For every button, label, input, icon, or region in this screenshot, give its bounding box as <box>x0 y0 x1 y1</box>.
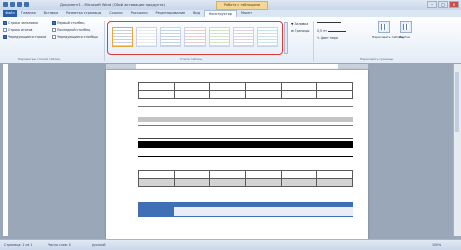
vertical-scrollbar[interactable] <box>453 64 461 236</box>
checkbox-icon[interactable] <box>3 21 7 25</box>
option-banded-rows[interactable]: Чередующиеся строки <box>3 35 46 39</box>
option-banded-columns[interactable]: Чередующиеся столбцы <box>52 35 98 39</box>
table-border-line <box>138 125 353 126</box>
title-bar: Документ1 - Microsoft Word (Сбой активац… <box>0 0 461 10</box>
group-separator <box>313 21 314 61</box>
group-label-style-options: Параметры стилей таблиц <box>18 57 61 61</box>
table-style-swatch[interactable] <box>256 27 278 47</box>
zoom-level[interactable]: 100% <box>432 243 441 247</box>
table-first-column <box>138 207 174 216</box>
pen-style-select[interactable] <box>317 22 341 23</box>
tab-page-layout[interactable]: Разметка страницы <box>62 10 105 17</box>
tab-view[interactable]: Вид <box>189 10 204 17</box>
ribbon: Строка заголовка Строка итогов Чередующи… <box>0 17 461 64</box>
gallery-scroll-icon[interactable] <box>284 22 288 54</box>
status-bar: Страница: 1 из 1 Число слов: 0 русский 1… <box>0 239 461 250</box>
table-style-swatch[interactable] <box>208 27 230 47</box>
quick-access-toolbar <box>3 2 29 7</box>
draw-table-icon[interactable] <box>378 21 390 33</box>
scroll-thumb[interactable] <box>455 72 459 132</box>
table-border-line <box>138 156 353 157</box>
group-separator <box>104 21 105 61</box>
option-header-row[interactable]: Строка заголовка <box>3 21 38 25</box>
table-style-swatch[interactable] <box>112 27 134 47</box>
status-words[interactable]: Число слов: 0 <box>48 243 71 247</box>
paint-bucket-icon: ▼ <box>291 22 294 26</box>
table-style-swatch[interactable] <box>160 27 182 47</box>
pen-icon: ✎ <box>317 36 320 40</box>
table-header-row <box>138 141 353 148</box>
checkbox-icon[interactable] <box>52 35 56 39</box>
vertical-ruler <box>3 64 9 236</box>
tab-insert[interactable]: Вставка <box>40 10 62 17</box>
redo-icon[interactable] <box>24 2 29 7</box>
eraser-icon[interactable] <box>400 21 412 33</box>
table-style-swatch[interactable] <box>184 27 206 47</box>
shading-button[interactable]: ▼ Заливка <box>291 22 308 26</box>
eraser-label: Ластик <box>399 35 411 39</box>
checkbox-icon[interactable] <box>3 28 7 32</box>
window-controls: – □ × <box>427 1 459 8</box>
ruler-margin <box>106 64 136 69</box>
option-total-row[interactable]: Строка итогов <box>3 28 32 32</box>
maximize-icon[interactable]: □ <box>438 1 448 8</box>
borders-icon: ⊞ <box>291 29 294 33</box>
pen-color-button[interactable]: ✎ Цвет пера <box>317 36 338 40</box>
ruler-margin <box>338 64 368 69</box>
tab-home[interactable]: Главная <box>17 10 40 17</box>
checkbox-icon[interactable] <box>52 21 56 25</box>
tab-mailings[interactable]: Рассылки <box>127 10 152 17</box>
save-icon[interactable] <box>10 2 15 7</box>
line-weight-icon <box>328 30 347 32</box>
window-title: Документ1 - Microsoft Word (Сбой активац… <box>60 3 165 7</box>
line-style-icon <box>317 22 341 23</box>
document-table[interactable] <box>138 170 353 187</box>
close-icon[interactable]: × <box>449 1 459 8</box>
file-tab[interactable]: Файл <box>3 10 17 17</box>
table-shaded-row <box>138 117 353 122</box>
table-styles-gallery <box>107 21 283 55</box>
status-language[interactable]: русский <box>92 243 105 247</box>
table-style-swatch[interactable] <box>136 27 158 47</box>
borders-button[interactable]: ⊞ Границы <box>291 29 309 33</box>
document-page[interactable] <box>106 70 368 240</box>
group-label-table-styles: Стили таблиц <box>180 57 202 61</box>
checkbox-icon[interactable] <box>3 35 7 39</box>
document-table[interactable] <box>138 82 353 99</box>
word-logo-icon <box>3 2 8 7</box>
undo-icon[interactable] <box>17 2 22 7</box>
checkbox-icon[interactable] <box>52 28 56 32</box>
table-border-line <box>138 106 353 107</box>
tab-design[interactable]: Конструктор <box>203 10 237 17</box>
pen-weight-select[interactable]: 0,5 пт <box>317 29 347 33</box>
tab-references[interactable]: Ссылки <box>105 10 126 17</box>
option-last-column[interactable]: Последний столбец <box>52 28 90 32</box>
tab-review[interactable]: Рецензирование <box>152 10 190 17</box>
minimize-icon[interactable]: – <box>427 1 437 8</box>
table-tools-context-tab: Работа с таблицами <box>216 1 268 10</box>
table-style-swatch[interactable] <box>232 27 254 47</box>
word-window: Документ1 - Microsoft Word (Сбой активац… <box>0 0 461 250</box>
status-page[interactable]: Страница: 1 из 1 <box>4 243 32 247</box>
tab-layout[interactable]: Макет <box>237 10 256 17</box>
option-first-column[interactable]: Первый столбец <box>52 21 85 25</box>
table-border-line <box>138 138 353 139</box>
group-label-draw-borders: Нарисовать границы <box>360 57 394 61</box>
